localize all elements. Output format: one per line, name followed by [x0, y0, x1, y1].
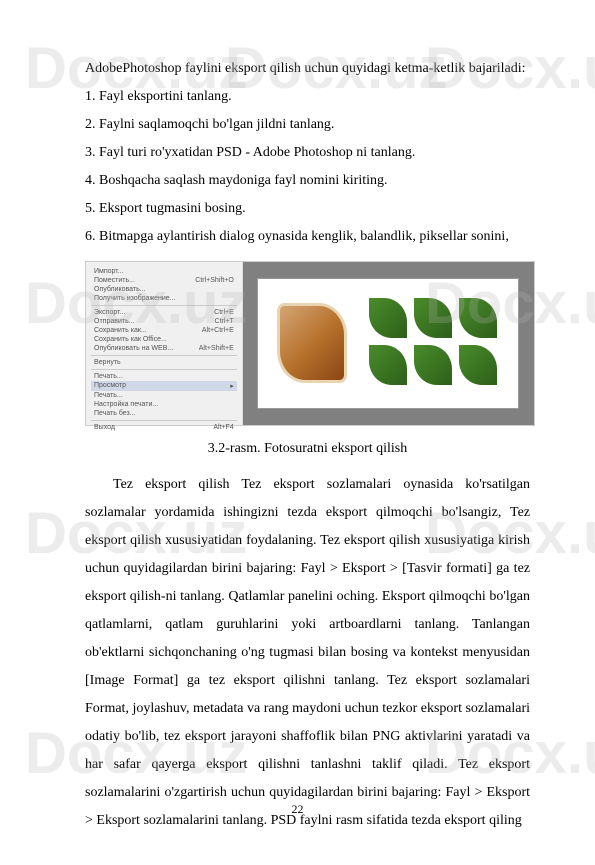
leaf-icon: [369, 345, 407, 385]
image-canvas: [257, 278, 519, 408]
canvas-area: [243, 262, 534, 425]
step-1: 1. Fayl eksportini tanlang.: [85, 83, 530, 111]
leaf-icon: [414, 345, 452, 385]
menu-item: Печать без...: [91, 409, 237, 418]
step-2: 2. Faylni saqlamoqchi bo'lgan jildni tan…: [85, 111, 530, 139]
menu-item: Получить изображение...: [91, 294, 237, 303]
menu-item: Сохранить как Office...: [91, 335, 237, 344]
menu-item: Экспорт...Ctrl+E: [91, 308, 237, 317]
menu-item: Опубликовать...: [91, 285, 237, 294]
menu-item: Отправить...Ctrl+T: [91, 317, 237, 326]
figure-caption: 3.2-rasm. Fotosuratni eksport qilish: [85, 436, 530, 461]
screenshot-figure: Импорт... Поместить...Ctrl+Shift+O Опубл…: [85, 261, 535, 426]
menu-item: Печать...: [91, 391, 237, 400]
step-4: 4. Boshqacha saqlash maydoniga fayl nomi…: [85, 167, 530, 195]
leaf-icon: [414, 298, 452, 338]
menu-item: Просмотр▸: [91, 381, 237, 391]
step-5: 5. Eksport tugmasini bosing.: [85, 195, 530, 223]
step-3: 3. Fayl turi ro'yxatidan PSD - Adobe Pho…: [85, 139, 530, 167]
menu-item: Поместить...Ctrl+Shift+O: [91, 276, 237, 285]
autumn-leaf-image: [277, 303, 347, 383]
menu-item: Настройка печати...: [91, 400, 237, 409]
menu-item: Опубликовать на WEB...Alt+Shift+E: [91, 344, 237, 353]
leaf-icon: [459, 298, 497, 338]
leaf-icon: [459, 345, 497, 385]
menu-item: ВыходAlt+F4: [91, 423, 237, 432]
body-paragraph: Tez eksport qilish Tez eksport sozlamala…: [85, 471, 530, 835]
menu-panel: Импорт... Поместить...Ctrl+Shift+O Опубл…: [86, 262, 243, 425]
intro-text: AdobePhotoshop faylini eksport qilish uc…: [85, 55, 530, 83]
green-leaves-image: [369, 298, 499, 388]
step-6: 6. Bitmapga aylantirish dialog oynasida …: [85, 223, 530, 251]
leaf-icon: [369, 298, 407, 338]
menu-item: Импорт...: [91, 267, 237, 276]
menu-item: Печать...: [91, 372, 237, 381]
page-content: AdobePhotoshop faylini eksport qilish uc…: [0, 0, 595, 865]
menu-item: Вернуть: [91, 358, 237, 367]
menu-item: Сохранить как...Alt+Ctrl+E: [91, 326, 237, 335]
